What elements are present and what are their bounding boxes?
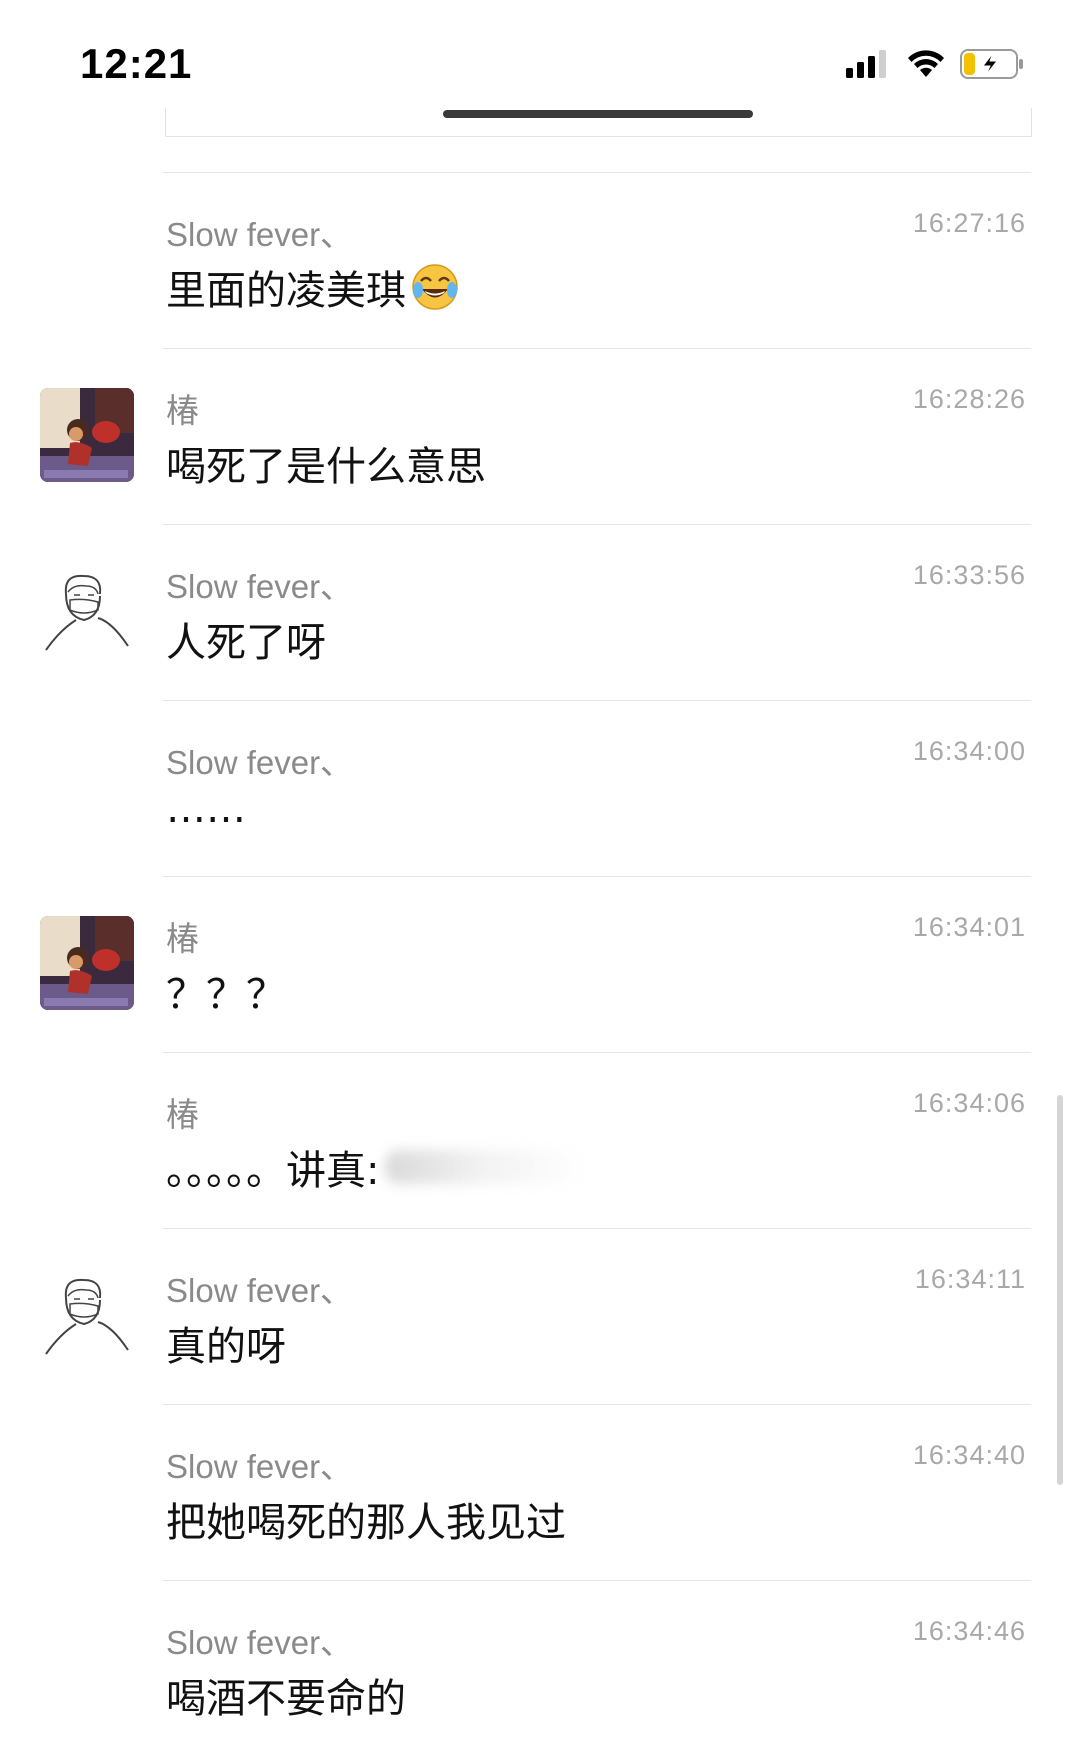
sender-name: 椿 [166, 920, 199, 957]
message-time: 16:28:26 [912, 384, 1026, 414]
sender-name: Slow fever、 [166, 216, 354, 253]
list-item[interactable]: Slow fever、 16:34:11 真的呀 [0, 1228, 1071, 1404]
message-text: ？？？ [166, 962, 286, 1020]
divider [162, 1404, 1031, 1405]
list-item[interactable]: Slow fever、 16:34:40 把她喝死的那人我见过 [0, 1404, 1071, 1580]
status-icons [846, 44, 1026, 84]
message-body: 把她喝死的那人我见过 [166, 1500, 566, 1546]
scrollbar[interactable] [1057, 1095, 1063, 1485]
message-time: 16:34:40 [912, 1440, 1026, 1470]
message-body: 喝酒不要命的 [166, 1676, 406, 1722]
list-item[interactable]: Slow fever、 16:34:46 喝酒不要命的 [0, 1580, 1071, 1756]
message-text: 把她喝死的那人我见过 [166, 1490, 566, 1548]
divider [162, 1052, 1031, 1053]
cartoon-girl-avatar[interactable] [40, 916, 134, 1010]
message-time: 16:34:11 [914, 1264, 1026, 1294]
tears-of-joy-icon [412, 264, 458, 310]
sender-name: Slow fever、 [166, 1624, 354, 1661]
message-body: ？？？ [166, 972, 286, 1018]
status-bar: 12:21 [0, 0, 1071, 120]
message-time: 16:34:06 [912, 1088, 1026, 1118]
divider [162, 348, 1031, 349]
message-text: 。。。。。讲真: [166, 1138, 586, 1196]
message-time: 16:34:01 [912, 912, 1026, 942]
scroll-indicator [443, 110, 753, 118]
status-time: 12:21 [80, 40, 193, 87]
message-time: 16:34:00 [912, 736, 1026, 766]
message-text: …… [166, 786, 246, 832]
redacted-text-blur [385, 1150, 586, 1184]
list-item[interactable]: Slow fever、 16:27:16 里面的凌美琪 [0, 172, 1071, 348]
message-text: 真的呀 [166, 1314, 286, 1372]
divider [162, 172, 1031, 173]
list-item[interactable]: 椿 16:28:26 喝死了是什么意思 [0, 348, 1071, 524]
message-body: 喝死了是什么意思 [166, 444, 486, 490]
sender-name: Slow fever、 [166, 744, 354, 781]
list-item[interactable]: Slow fever、 16:34:00 …… [0, 700, 1071, 876]
message-text: 喝死了是什么意思 [166, 434, 486, 492]
sketch-man-avatar[interactable] [40, 564, 134, 658]
divider [162, 700, 1031, 701]
cellular-signal-icon [846, 50, 886, 78]
divider [162, 1580, 1031, 1581]
message-text: 喝酒不要命的 [166, 1666, 406, 1724]
message-body: 人死了呀 [166, 620, 326, 666]
message-text: 里面的凌美琪 [166, 258, 460, 316]
wifi-icon [908, 50, 944, 77]
message-text: 人死了呀 [166, 610, 326, 668]
list-item[interactable]: 椿 16:34:06 。。。。。讲真: [0, 1052, 1071, 1228]
list-item[interactable]: Slow fever、 16:33:56 人死了呀 [0, 524, 1071, 700]
divider [162, 524, 1031, 525]
divider [162, 1228, 1031, 1229]
list-item[interactable]: 椿 16:34:01 ？？？ [0, 876, 1071, 1052]
message-time: 16:27:16 [912, 208, 1026, 238]
sender-name: Slow fever、 [166, 1448, 354, 1485]
sender-name: Slow fever、 [166, 1272, 354, 1309]
sender-name: Slow fever、 [166, 568, 354, 605]
message-body: 真的呀 [166, 1324, 286, 1370]
message-time: 16:34:46 [912, 1616, 1026, 1646]
message-time: 16:33:56 [912, 560, 1026, 590]
sender-name: 椿 [166, 1096, 199, 1133]
divider [162, 876, 1031, 877]
chat-history-list[interactable]: Slow fever、 16:27:16 里面的凌美琪 椿 16:28:26 喝… [0, 172, 1071, 1756]
sketch-man-avatar[interactable] [40, 1268, 134, 1362]
cartoon-girl-avatar[interactable] [40, 388, 134, 482]
message-body: …… [166, 786, 246, 832]
message-body: 里面的凌美琪 [166, 268, 406, 314]
battery-charging-icon [960, 49, 1023, 79]
message-body: 。。。。。讲真: [166, 1148, 380, 1194]
sender-name: 椿 [166, 392, 199, 429]
